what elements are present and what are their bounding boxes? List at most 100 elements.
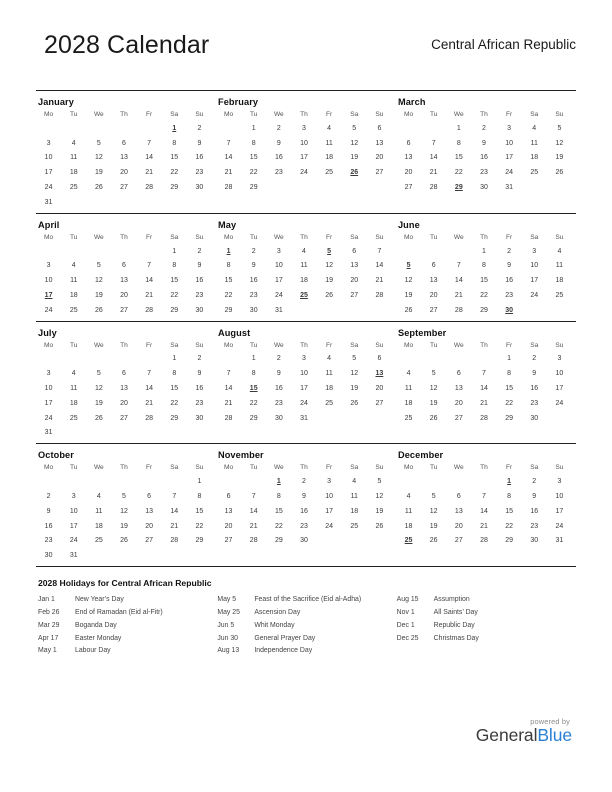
day-cell[interactable]: 8 (241, 136, 266, 151)
day-cell[interactable]: 6 (367, 352, 392, 367)
day-cell[interactable]: 19 (86, 165, 111, 180)
day-cell[interactable]: 16 (187, 273, 212, 288)
day-cell[interactable]: 20 (446, 396, 471, 411)
day-cell[interactable]: 11 (396, 504, 421, 519)
day-cell[interactable]: 22 (241, 396, 266, 411)
day-cell[interactable]: 9 (266, 366, 291, 381)
day-cell[interactable]: 19 (342, 151, 367, 166)
day-cell[interactable]: 19 (367, 504, 392, 519)
day-cell[interactable]: 26 (86, 303, 111, 318)
day-cell[interactable]: 16 (522, 381, 547, 396)
day-cell-holiday[interactable]: 25 (396, 533, 421, 548)
day-cell[interactable]: 14 (471, 504, 496, 519)
day-cell[interactable]: 1 (241, 121, 266, 136)
day-cell[interactable]: 2 (266, 121, 291, 136)
day-cell[interactable]: 29 (266, 533, 291, 548)
day-cell[interactable]: 13 (421, 273, 446, 288)
day-cell[interactable]: 2 (522, 352, 547, 367)
day-cell[interactable]: 23 (522, 396, 547, 411)
day-cell[interactable]: 7 (137, 366, 162, 381)
day-cell[interactable]: 29 (497, 411, 522, 426)
day-cell[interactable]: 13 (446, 504, 471, 519)
day-cell[interactable]: 2 (187, 244, 212, 259)
day-cell-holiday[interactable]: 5 (317, 244, 342, 259)
day-cell[interactable]: 30 (522, 411, 547, 426)
day-cell-holiday[interactable]: 30 (497, 303, 522, 318)
day-cell[interactable]: 26 (367, 519, 392, 534)
day-cell[interactable]: 17 (547, 504, 572, 519)
day-cell[interactable]: 22 (216, 288, 241, 303)
day-cell[interactable]: 4 (61, 366, 86, 381)
day-cell[interactable]: 5 (547, 121, 572, 136)
day-cell[interactable]: 21 (216, 165, 241, 180)
day-cell[interactable]: 14 (137, 381, 162, 396)
day-cell[interactable]: 26 (421, 411, 446, 426)
day-cell[interactable]: 24 (36, 180, 61, 195)
day-cell[interactable]: 22 (446, 165, 471, 180)
day-cell[interactable]: 13 (111, 381, 136, 396)
day-cell[interactable]: 11 (61, 381, 86, 396)
day-cell[interactable]: 2 (187, 352, 212, 367)
day-cell[interactable]: 12 (367, 489, 392, 504)
day-cell[interactable]: 28 (137, 411, 162, 426)
day-cell[interactable]: 21 (471, 519, 496, 534)
day-cell[interactable]: 24 (547, 519, 572, 534)
day-cell[interactable]: 29 (471, 303, 496, 318)
day-cell[interactable]: 23 (241, 288, 266, 303)
day-cell[interactable]: 17 (36, 165, 61, 180)
day-cell[interactable]: 15 (266, 504, 291, 519)
day-cell[interactable]: 8 (162, 366, 187, 381)
day-cell[interactable]: 30 (187, 411, 212, 426)
day-cell[interactable]: 25 (61, 303, 86, 318)
day-cell[interactable]: 6 (111, 136, 136, 151)
day-cell[interactable]: 23 (187, 396, 212, 411)
day-cell[interactable]: 11 (61, 151, 86, 166)
day-cell-holiday[interactable]: 29 (446, 180, 471, 195)
day-cell[interactable]: 30 (187, 180, 212, 195)
day-cell[interactable]: 20 (446, 519, 471, 534)
day-cell[interactable]: 8 (162, 136, 187, 151)
day-cell[interactable]: 3 (36, 258, 61, 273)
day-cell[interactable]: 1 (162, 352, 187, 367)
day-cell[interactable]: 7 (471, 366, 496, 381)
day-cell[interactable]: 11 (547, 258, 572, 273)
day-cell[interactable]: 1 (471, 244, 496, 259)
day-cell[interactable]: 25 (61, 411, 86, 426)
day-cell[interactable]: 27 (342, 288, 367, 303)
day-cell[interactable]: 27 (421, 303, 446, 318)
day-cell[interactable]: 7 (421, 136, 446, 151)
day-cell[interactable]: 21 (137, 396, 162, 411)
day-cell[interactable]: 23 (187, 288, 212, 303)
day-cell[interactable]: 9 (36, 504, 61, 519)
day-cell[interactable]: 17 (291, 381, 316, 396)
day-cell[interactable]: 30 (522, 533, 547, 548)
day-cell[interactable]: 9 (187, 258, 212, 273)
day-cell[interactable]: 18 (317, 381, 342, 396)
day-cell[interactable]: 8 (497, 366, 522, 381)
day-cell[interactable]: 11 (61, 273, 86, 288)
day-cell[interactable]: 13 (216, 504, 241, 519)
day-cell[interactable]: 26 (396, 303, 421, 318)
day-cell[interactable]: 11 (291, 258, 316, 273)
day-cell[interactable]: 22 (471, 288, 496, 303)
day-cell[interactable]: 13 (396, 151, 421, 166)
day-cell[interactable]: 29 (162, 303, 187, 318)
day-cell[interactable]: 14 (162, 504, 187, 519)
day-cell[interactable]: 7 (241, 489, 266, 504)
day-cell[interactable]: 28 (162, 533, 187, 548)
day-cell[interactable]: 6 (216, 489, 241, 504)
day-cell[interactable]: 31 (497, 180, 522, 195)
day-cell[interactable]: 29 (497, 533, 522, 548)
day-cell[interactable]: 28 (137, 180, 162, 195)
day-cell[interactable]: 15 (241, 151, 266, 166)
day-cell[interactable]: 10 (36, 151, 61, 166)
day-cell[interactable]: 11 (342, 489, 367, 504)
day-cell[interactable]: 1 (241, 352, 266, 367)
day-cell[interactable]: 21 (162, 519, 187, 534)
day-cell[interactable]: 11 (396, 381, 421, 396)
day-cell[interactable]: 22 (162, 288, 187, 303)
day-cell[interactable]: 8 (497, 489, 522, 504)
day-cell[interactable]: 12 (547, 136, 572, 151)
day-cell[interactable]: 23 (471, 165, 496, 180)
day-cell[interactable]: 15 (187, 504, 212, 519)
